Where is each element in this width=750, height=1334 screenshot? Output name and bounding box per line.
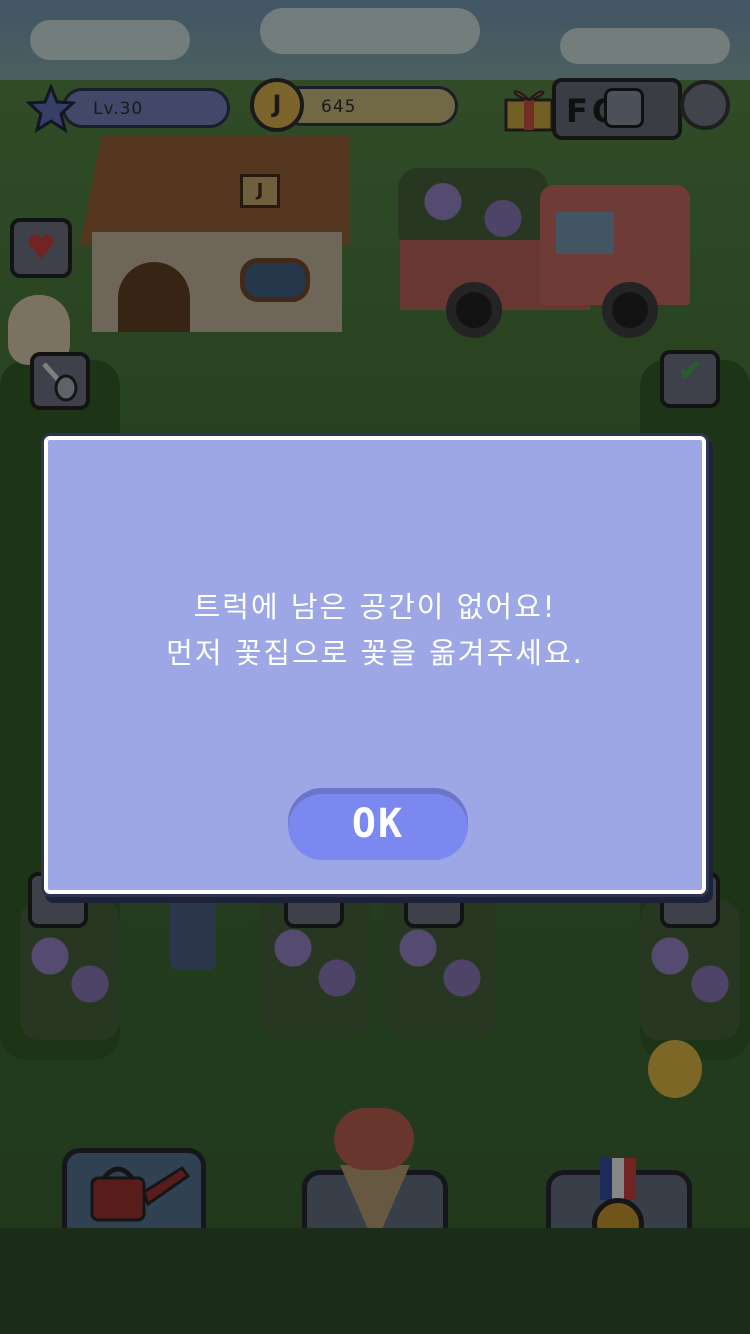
dialog-message-line2: 먼저 꽃집으로 꽃을 옮겨주세요.: [166, 636, 584, 670]
ok-button[interactable]: OK: [288, 788, 468, 860]
dialog-message: 트럭에 남은 공간이 없어요! 먼저 꽃집으로 꽃을 옮겨주세요.: [48, 584, 702, 676]
alert-dialog: 트럭에 남은 공간이 없어요! 먼저 꽃집으로 꽃을 옮겨주세요. OK: [44, 436, 706, 894]
dialog-message-line1: 트럭에 남은 공간이 없어요!: [193, 590, 557, 624]
